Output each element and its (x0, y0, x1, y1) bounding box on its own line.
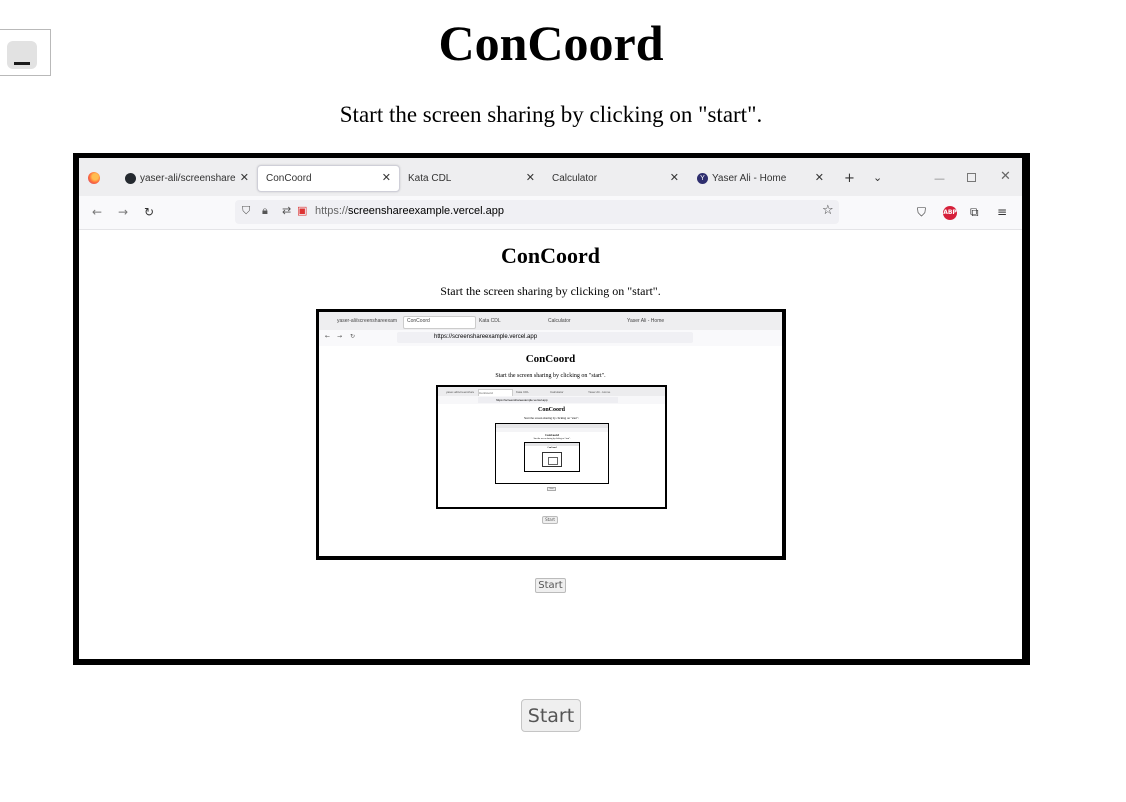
permissions-icon: ⇄ (282, 204, 292, 217)
deepest-page-title: ConCoord (547, 447, 557, 449)
page-instruction: Start the screen sharing by clicking on … (339, 102, 763, 127)
url-protocol: https:// (315, 205, 349, 217)
nested-tab: yaser-ali/screenshareexam (337, 318, 397, 324)
bookmark-star-icon[interactable]: ☆ (822, 203, 834, 218)
tab-label: yaser-ali/screenshareexam (140, 173, 236, 184)
nested-screen-preview: yaser-ali/screenshareexam ConCoord Kata … (316, 309, 786, 560)
restore-icon[interactable] (967, 173, 976, 182)
close-icon[interactable]: ✕ (526, 165, 535, 192)
tab-label: ConCoord (266, 173, 312, 184)
forward-icon[interactable]: → (118, 205, 128, 219)
deepest-tab-bar (525, 443, 579, 446)
github-icon (125, 172, 136, 184)
nested-tab: Kata CDL (479, 318, 501, 324)
nested-url-bar: https://screenshareexample.vercel.app (397, 332, 693, 343)
deep-start-button: Start (547, 487, 556, 491)
close-icon[interactable]: ✕ (815, 165, 824, 192)
deep-page-title: ConCoord (537, 407, 565, 413)
deeper-page-title: ConCoord (545, 433, 559, 437)
tab-github[interactable]: yaser-ali/screenshareexam ✕ (117, 165, 252, 192)
deep-tab: Kata CDL (516, 390, 530, 394)
deepest-screen-preview: ConCoord (524, 442, 580, 472)
recursive-screen-preview (542, 452, 562, 467)
close-icon[interactable]: ✕ (670, 165, 679, 192)
deep-url-text: https://screenshareexample.vercel.app (496, 398, 548, 402)
minimize-icon[interactable]: — (934, 172, 945, 185)
tab-yaser-home[interactable]: Y Yaser Ali - Home ✕ (689, 165, 832, 192)
tab-kata-cdl[interactable]: Kata CDL ✕ (400, 165, 543, 192)
screen-share-icon: ▣ (297, 204, 308, 217)
nested-tab-active: ConCoord (403, 316, 476, 329)
tab-label: Yaser Ali - Home (712, 173, 787, 184)
tab-label: Calculator (552, 173, 598, 184)
nested-page-title: ConCoord (525, 353, 576, 365)
deep-screen-preview: yaser-ali/screenshareexam ConCoord Kata … (436, 385, 667, 509)
back-icon: ← (325, 333, 331, 340)
deeper-screen-preview: ConCoord Start the screen sharing by cli… (495, 423, 609, 484)
tab-label: Kata CDL (408, 173, 452, 184)
deep-url-bar: https://screenshareexample.vercel.app (478, 397, 618, 403)
deep-page-instruction: Start the screen sharing by clicking on … (523, 416, 580, 420)
reload-icon[interactable]: ↻ (144, 205, 154, 219)
nested-tab: Calculator (548, 318, 571, 324)
browser-tab-bar: yaser-ali/screenshareexam ✕ ConCoord ✕ K… (79, 158, 1022, 196)
pocket-icon[interactable]: ⛉ (917, 205, 926, 220)
close-icon[interactable]: ✕ (240, 165, 249, 192)
page-header: ConCoord (0, 14, 1102, 72)
deeper-nav-bar (496, 428, 608, 432)
shield-icon: ⛉ (242, 204, 251, 217)
menu-icon[interactable]: ≡ (997, 205, 1007, 219)
url-host: screenshareexample.vercel.app (348, 205, 504, 217)
adblock-icon[interactable]: ABP (943, 206, 957, 220)
url-bar[interactable]: ⛉ 🔒︎ ⇄ ▣ https://screenshareexample.verc… (235, 200, 839, 224)
nested-start-button: Start (542, 516, 558, 524)
extensions-icon[interactable]: ⧉ (970, 205, 979, 220)
nested-page-instruction: Start the screen sharing by clicking on … (495, 373, 606, 379)
shared-screen-preview: yaser-ali/screenshareexam ✕ ConCoord ✕ K… (73, 153, 1030, 665)
nested-nav-bar: ← → ↻ https://screenshareexample.vercel.… (319, 330, 782, 346)
deep-tab: Yaser Ali - Home (588, 390, 611, 394)
browser-nav-bar: ← → ↻ ⛉ 🔒︎ ⇄ ▣ https://screenshareexampl… (79, 196, 1022, 230)
shared-start-button: Start (535, 578, 566, 593)
url-text: https://screenshareexample.vercel.app (315, 205, 504, 217)
nested-url-text: https://screenshareexample.vercel.app (434, 334, 538, 340)
deep-tab: Calculator (550, 390, 564, 394)
page-title: ConCoord (438, 15, 664, 71)
deep-nav-bar: https://screenshareexample.vercel.app (438, 396, 665, 404)
window-close-icon[interactable]: ✕ (1000, 169, 1011, 184)
back-icon[interactable]: ← (92, 205, 102, 219)
shared-page-instruction: Start the screen sharing by clicking on … (440, 284, 661, 298)
yaser-icon: Y (697, 172, 708, 184)
forward-icon: → (337, 333, 343, 340)
deep-tab-bar: yaser-ali/screenshareexam ConCoord Kata … (438, 387, 665, 397)
recursive-screen-frame (548, 457, 558, 465)
start-button[interactable]: Start (521, 699, 581, 732)
close-icon[interactable]: ✕ (382, 166, 391, 191)
shared-page-title: ConCoord (500, 243, 600, 268)
firefox-icon (88, 172, 100, 184)
reload-icon: ↻ (350, 333, 356, 340)
chevron-down-icon[interactable]: ⌄ (873, 171, 882, 184)
tab-concoord[interactable]: ConCoord ✕ (257, 165, 400, 192)
tab-calculator[interactable]: Calculator ✕ (544, 165, 687, 192)
new-tab-icon[interactable]: + (844, 172, 855, 185)
nested-tab: Yaser Ali - Home (627, 318, 665, 324)
deeper-page-instruction: Start the screen sharing by clicking on … (533, 438, 571, 440)
deep-tab: yaser-ali/screenshareexam (446, 390, 474, 394)
lock-icon: 🔒︎ (262, 204, 268, 217)
nested-tab-bar: yaser-ali/screenshareexam ConCoord Kata … (319, 312, 782, 330)
